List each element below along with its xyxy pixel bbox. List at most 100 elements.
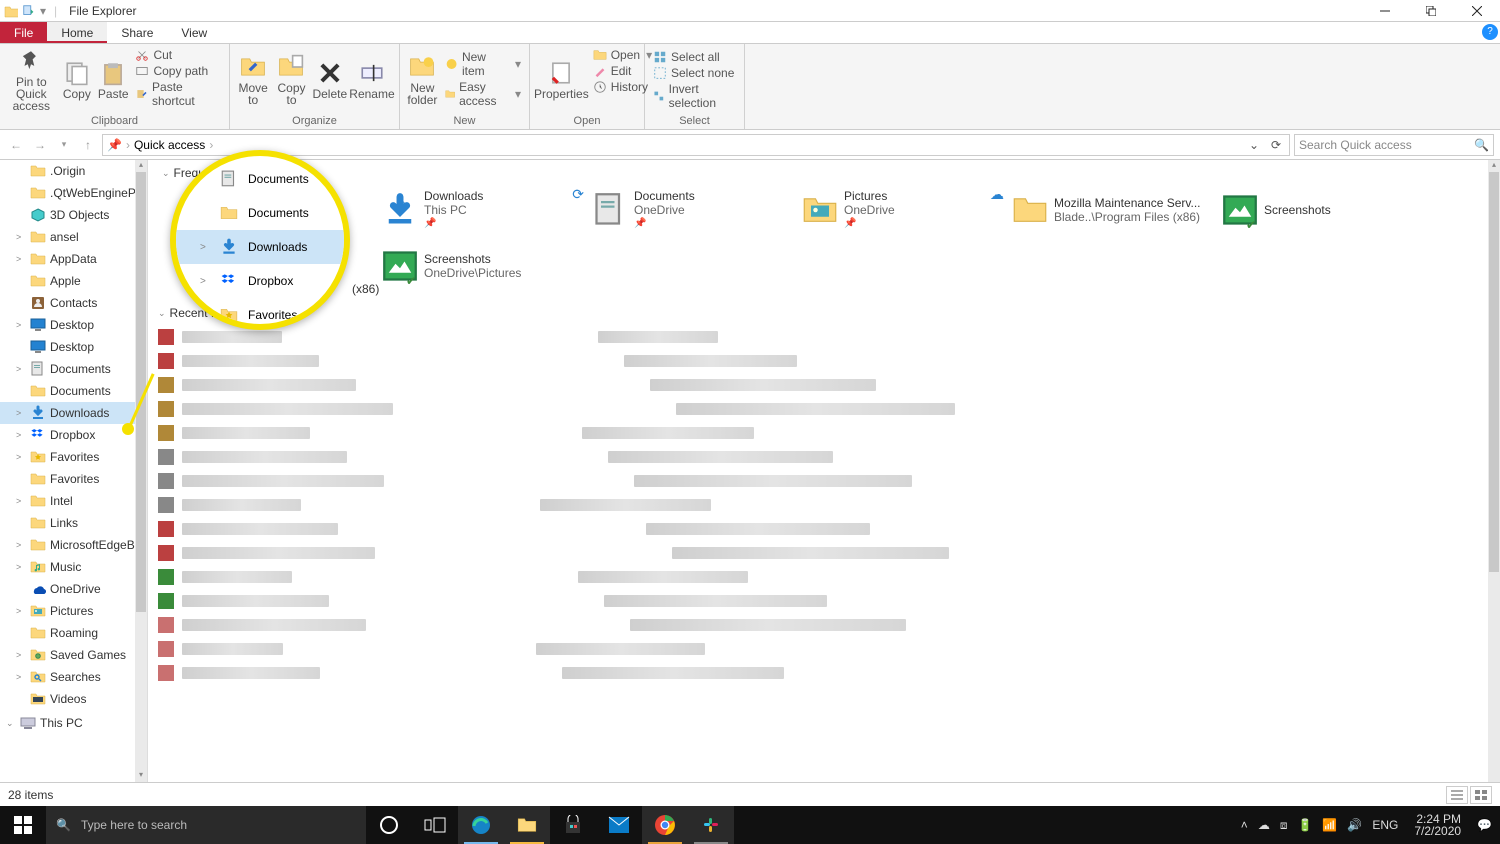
breadcrumb[interactable]: Quick access <box>134 138 205 152</box>
tab-file[interactable]: File <box>0 22 47 43</box>
nav-item[interactable]: >Contacts <box>0 292 147 314</box>
select-all-button[interactable]: Select all <box>649 50 740 64</box>
recent-file-row[interactable] <box>158 494 1490 516</box>
cut-button[interactable]: Cut <box>131 48 225 62</box>
nav-item[interactable]: >Searches <box>0 666 147 688</box>
nav-item[interactable]: >Favorites <box>0 446 147 468</box>
help-icon[interactable]: ? <box>1482 24 1498 40</box>
nav-item[interactable]: >Apple <box>0 270 147 292</box>
tray-onedrive-icon[interactable]: ☁ <box>1258 818 1270 832</box>
frequent-folder-tile[interactable]: ScreenshotsOneDrive\Pictures✔ <box>380 238 590 294</box>
cortana-button[interactable] <box>366 806 412 844</box>
tray-wifi-icon[interactable]: 📶 <box>1322 818 1337 832</box>
group-header-frequent[interactable]: ⌄Frequent folders <box>152 160 1500 182</box>
details-view-button[interactable] <box>1446 786 1468 804</box>
recent-file-row[interactable] <box>158 518 1490 540</box>
invert-selection-button[interactable]: Invert selection <box>649 82 740 110</box>
nav-item[interactable]: >ansel <box>0 226 147 248</box>
nav-scrollbar[interactable]: ▴ ▾ <box>135 160 147 782</box>
recent-file-row[interactable] <box>158 614 1490 636</box>
recent-file-row[interactable] <box>158 446 1490 468</box>
rename-button[interactable]: Rename <box>349 46 395 113</box>
new-item-button[interactable]: New item▾ <box>441 50 525 78</box>
minimize-button[interactable] <box>1362 0 1408 22</box>
tab-view[interactable]: View <box>167 22 221 43</box>
copy-button[interactable]: Copy <box>59 46 95 113</box>
nav-item[interactable]: >Music <box>0 556 147 578</box>
taskbar-mail[interactable] <box>596 806 642 844</box>
group-header-recent[interactable]: ⌄Recent files (20) <box>148 300 1500 322</box>
nav-item[interactable]: >Intel <box>0 490 147 512</box>
recent-file-row[interactable] <box>158 422 1490 444</box>
start-button[interactable] <box>0 806 46 844</box>
recent-file-row[interactable] <box>158 374 1490 396</box>
copy-path-button[interactable]: Copy path <box>131 64 225 78</box>
select-none-button[interactable]: Select none <box>649 66 740 80</box>
nav-pane[interactable]: >.Origin>.QtWebEngineP>3D Objects>ansel>… <box>0 160 148 782</box>
nav-item[interactable]: >MicrosoftEdgeB <box>0 534 147 556</box>
tab-share[interactable]: Share <box>107 22 167 43</box>
properties-button[interactable]: Properties <box>534 46 589 113</box>
paste-button[interactable]: Paste <box>95 46 131 113</box>
taskbar-chrome[interactable] <box>642 806 688 844</box>
easy-access-button[interactable]: Easy access▾ <box>441 80 525 108</box>
recent-file-row[interactable] <box>158 470 1490 492</box>
nav-this-pc[interactable]: ⌄ This PC <box>0 712 147 734</box>
content-pane[interactable]: ⌄Frequent folders DownloadsThis PC📌⟳Docu… <box>148 160 1500 782</box>
nav-item[interactable]: >AppData <box>0 248 147 270</box>
paste-shortcut-button[interactable]: Paste shortcut <box>131 80 225 108</box>
nav-item[interactable]: >OneDrive <box>0 578 147 600</box>
frequent-folder-tile[interactable]: PicturesOneDrive📌☁ <box>800 182 1010 238</box>
frequent-folder-tile[interactable]: Mozilla Maintenance Serv...Blade..\Progr… <box>1010 182 1220 238</box>
recent-file-row[interactable] <box>158 662 1490 684</box>
nav-item[interactable]: >Roaming <box>0 622 147 644</box>
qat-dropdown-icon[interactable]: ▾ <box>40 4 46 18</box>
nav-item[interactable]: >Desktop <box>0 336 147 358</box>
tray-notifications-icon[interactable]: 💬 <box>1477 818 1492 832</box>
recent-file-row[interactable] <box>158 638 1490 660</box>
tray-chevron-up-icon[interactable]: ˄ <box>1241 818 1248 832</box>
copy-to-button[interactable]: Copy to <box>272 46 310 113</box>
nav-item[interactable]: >Pictures <box>0 600 147 622</box>
frequent-folder-tile[interactable]: DownloadsThis PC📌⟳ <box>380 182 590 238</box>
frequent-folder-tile[interactable]: DocumentsOneDrive📌 <box>590 182 800 238</box>
tray-language[interactable]: ENG <box>1372 818 1398 832</box>
recent-file-row[interactable] <box>158 542 1490 564</box>
pin-to-quick-access-button[interactable]: Pin to Quick access <box>4 46 59 113</box>
nav-item[interactable]: >Documents <box>0 380 147 402</box>
nav-item[interactable]: >3D Objects <box>0 204 147 226</box>
nav-item[interactable]: >.Origin <box>0 160 147 182</box>
frequent-folder-tile[interactable]: Screenshots✔ <box>1220 182 1430 238</box>
system-tray[interactable]: ˄ ☁ ⧈ 🔋 📶 🔊 ENG 2:24 PM 7/2/2020 💬 <box>1233 813 1500 837</box>
recent-file-row[interactable] <box>158 566 1490 588</box>
taskbar-explorer[interactable] <box>504 806 550 844</box>
tray-dropbox-icon[interactable]: ⧈ <box>1280 818 1288 833</box>
nav-item[interactable]: >Videos <box>0 688 147 710</box>
taskbar-slack[interactable] <box>688 806 734 844</box>
taskbar-search[interactable]: 🔍 Type here to search <box>46 806 366 844</box>
recent-file-row[interactable] <box>158 350 1490 372</box>
nav-item[interactable]: >Documents <box>0 358 147 380</box>
nav-forward-button[interactable]: → <box>30 138 50 152</box>
close-button[interactable] <box>1454 0 1500 22</box>
new-folder-button[interactable]: New folder <box>404 46 441 113</box>
qat-properties-icon[interactable] <box>22 4 36 18</box>
nav-item[interactable]: >Downloads <box>0 402 147 424</box>
recent-file-row[interactable] <box>158 590 1490 612</box>
nav-up-button[interactable]: ↑ <box>78 138 98 152</box>
tray-volume-icon[interactable]: 🔊 <box>1347 818 1362 832</box>
move-to-button[interactable]: Move to <box>234 46 272 113</box>
address-dropdown-icon[interactable]: ⌄ <box>1245 138 1263 152</box>
nav-item[interactable]: >.QtWebEngineP <box>0 182 147 204</box>
nav-back-button[interactable]: ← <box>6 138 26 152</box>
recent-file-row[interactable] <box>158 326 1490 348</box>
recent-file-row[interactable] <box>158 398 1490 420</box>
taskbar-store[interactable] <box>550 806 596 844</box>
nav-item[interactable]: >Links <box>0 512 147 534</box>
task-view-button[interactable] <box>412 806 458 844</box>
tray-battery-icon[interactable]: 🔋 <box>1297 818 1312 832</box>
tab-home[interactable]: Home <box>47 22 107 43</box>
content-scrollbar[interactable]: ▴ <box>1488 160 1500 782</box>
refresh-icon[interactable]: ⟳ <box>1267 138 1285 152</box>
taskbar-edge[interactable] <box>458 806 504 844</box>
